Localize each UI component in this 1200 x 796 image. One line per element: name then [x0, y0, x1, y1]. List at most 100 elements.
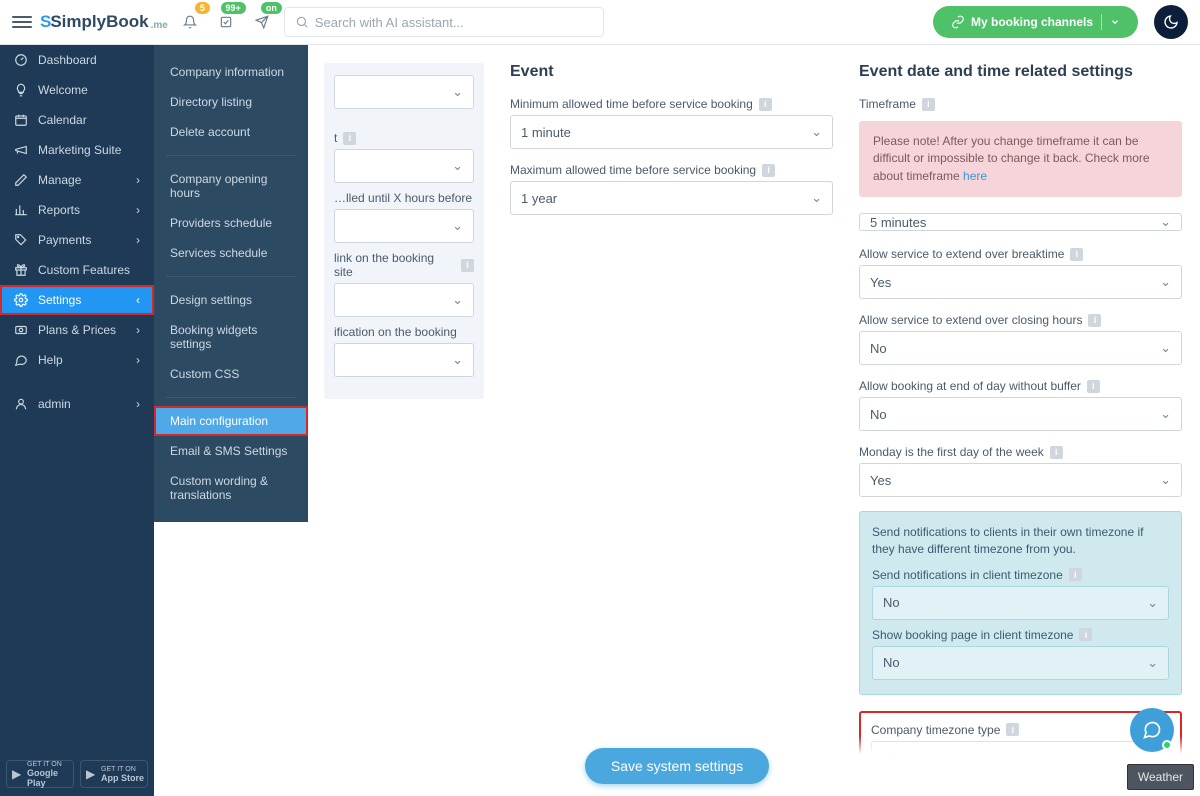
label-company-tz-type: Company timezone typei — [871, 723, 1170, 737]
caret-down-icon: ⌄ — [811, 124, 822, 140]
topbar: SSimplyBook.me 5 99+ on Search with AI a… — [0, 0, 1200, 45]
select-partial-2[interactable]: ⌄ — [334, 149, 474, 183]
hamburger-menu-icon[interactable] — [12, 12, 32, 32]
chevron-right-icon: › — [136, 323, 140, 337]
search-input[interactable]: Search with AI assistant... — [284, 7, 604, 37]
sidebar-item-settings[interactable]: Settings‹ — [0, 285, 154, 315]
info-icon: i — [1070, 248, 1083, 261]
select-extend-break[interactable]: Yes⌄ — [859, 265, 1182, 299]
label-max-time: Maximum allowed time before service book… — [510, 163, 833, 177]
bell-badge: 5 — [195, 2, 210, 14]
label-cancel-hours: …lled until X hours before — [334, 191, 474, 205]
pencil-icon — [14, 173, 28, 187]
sidebar-item-reports[interactable]: Reports› — [0, 195, 154, 225]
select-show-page-tz[interactable]: No⌄ — [872, 646, 1169, 680]
caret-down-icon: ⌄ — [452, 218, 463, 234]
label-timeframe: Timeframei — [859, 97, 1182, 111]
caret-down-icon: ⌄ — [1160, 340, 1171, 356]
info-icon: i — [762, 164, 775, 177]
booking-channels-button[interactable]: My booking channels — [933, 6, 1138, 38]
label-eod-buffer: Allow booking at end of day without buff… — [859, 379, 1182, 393]
google-play-badge[interactable]: GET IT ONGoogle Play — [6, 760, 74, 788]
select-partial-1[interactable]: ⌄ — [334, 75, 474, 109]
tag-icon — [14, 233, 28, 247]
gauge-icon — [14, 53, 28, 67]
label-partial-t: ti — [334, 131, 474, 145]
caret-down-icon: ⌄ — [452, 158, 463, 174]
info-icon: i — [1087, 380, 1100, 393]
label-send-notif-tz: Send notifications in client timezonei — [872, 568, 1169, 582]
moon-icon — [1163, 14, 1179, 30]
client-timezone-box: Send notifications to clients in their o… — [859, 511, 1182, 695]
chevron-right-icon: › — [136, 353, 140, 367]
caret-down-icon: ⌄ — [452, 352, 463, 368]
caret-down-icon: ⌄ — [1160, 214, 1171, 230]
save-button[interactable]: Save system settings — [585, 748, 769, 784]
select-timeframe[interactable]: 5 minutes⌄ — [859, 213, 1182, 231]
chevron-right-icon: › — [136, 173, 140, 187]
sidebar: Dashboard Welcome Calendar Marketing Sui… — [0, 45, 154, 796]
caret-down-icon: ⌄ — [452, 84, 463, 100]
send-icon[interactable]: on — [248, 8, 276, 36]
info-icon: i — [343, 132, 356, 145]
sidebar-item-custom-features[interactable]: Custom Features — [0, 255, 154, 285]
sidebar-item-welcome[interactable]: Welcome — [0, 75, 154, 105]
tasks-badge: 99+ — [221, 2, 246, 14]
select-eod-buffer[interactable]: No⌄ — [859, 397, 1182, 431]
sidebar-item-dashboard[interactable]: Dashboard — [0, 45, 154, 75]
chat-bubble-button[interactable] — [1130, 708, 1174, 752]
info-icon: i — [1006, 723, 1019, 736]
chart-icon — [14, 203, 28, 217]
info-icon: i — [1069, 568, 1082, 581]
weather-widget[interactable]: Weather — [1127, 764, 1194, 790]
send-badge: on — [261, 2, 282, 14]
sidebar-item-admin[interactable]: admin› — [0, 389, 154, 419]
gift-icon — [14, 263, 28, 277]
chevron-right-icon: › — [136, 397, 140, 411]
chevron-right-icon: › — [136, 203, 140, 217]
label-login-link: link on the booking sitei — [334, 251, 474, 279]
search-placeholder: Search with AI assistant... — [315, 15, 464, 30]
chevron-right-icon: › — [136, 233, 140, 247]
sidebar-item-payments[interactable]: Payments› — [0, 225, 154, 255]
tasks-icon[interactable]: 99+ — [212, 8, 240, 36]
label-show-page-tz: Show booking page in client timezonei — [872, 628, 1169, 642]
event-heading: Event — [510, 63, 833, 81]
link-icon — [951, 15, 965, 29]
sidebar-item-manage[interactable]: Manage› — [0, 165, 154, 195]
select-max-time[interactable]: 1 year⌄ — [510, 181, 833, 215]
select-cookie[interactable]: ⌄ — [334, 343, 474, 377]
select-partial-3[interactable]: ⌄ — [334, 209, 474, 243]
info-icon: i — [1088, 314, 1101, 327]
sidebar-item-calendar[interactable]: Calendar — [0, 105, 154, 135]
user-icon — [14, 397, 28, 411]
dark-mode-toggle[interactable] — [1154, 5, 1188, 39]
caret-down-icon: ⌄ — [452, 292, 463, 308]
select-monday-first[interactable]: Yes⌄ — [859, 463, 1182, 497]
select-send-notif-tz[interactable]: No⌄ — [872, 586, 1169, 620]
megaphone-icon — [14, 143, 28, 157]
label-monday-first: Monday is the first day of the weeki — [859, 445, 1182, 459]
bulb-icon — [14, 83, 28, 97]
label-cookie: ification on the booking — [334, 325, 474, 339]
timeframe-warning: Please note! After you change timeframe … — [859, 121, 1182, 197]
select-extend-closing[interactable]: No⌄ — [859, 331, 1182, 365]
select-login-link[interactable]: ⌄ — [334, 283, 474, 317]
chevron-left-icon: ‹ — [136, 293, 140, 307]
sidebar-item-help[interactable]: Help› — [0, 345, 154, 375]
logo[interactable]: SSimplyBook.me — [40, 12, 168, 32]
caret-down-icon: ⌄ — [1147, 595, 1158, 611]
label-extend-closing: Allow service to extend over closing hou… — [859, 313, 1182, 327]
calendar-icon — [14, 113, 28, 127]
main-content: ⌄ ti ⌄ …lled until X hours before ⌄ link o… — [154, 45, 1200, 796]
price-icon — [14, 323, 28, 337]
gear-icon — [14, 293, 28, 307]
sidebar-item-plans[interactable]: Plans & Prices› — [0, 315, 154, 345]
info-icon: i — [759, 98, 772, 111]
app-store-badge[interactable]: GET IT ONApp Store — [80, 760, 148, 788]
sidebar-item-marketing[interactable]: Marketing Suite — [0, 135, 154, 165]
info-icon: i — [1050, 446, 1063, 459]
timeframe-warning-link[interactable]: here — [963, 169, 987, 183]
select-min-time[interactable]: 1 minute⌄ — [510, 115, 833, 149]
bell-icon[interactable]: 5 — [176, 8, 204, 36]
